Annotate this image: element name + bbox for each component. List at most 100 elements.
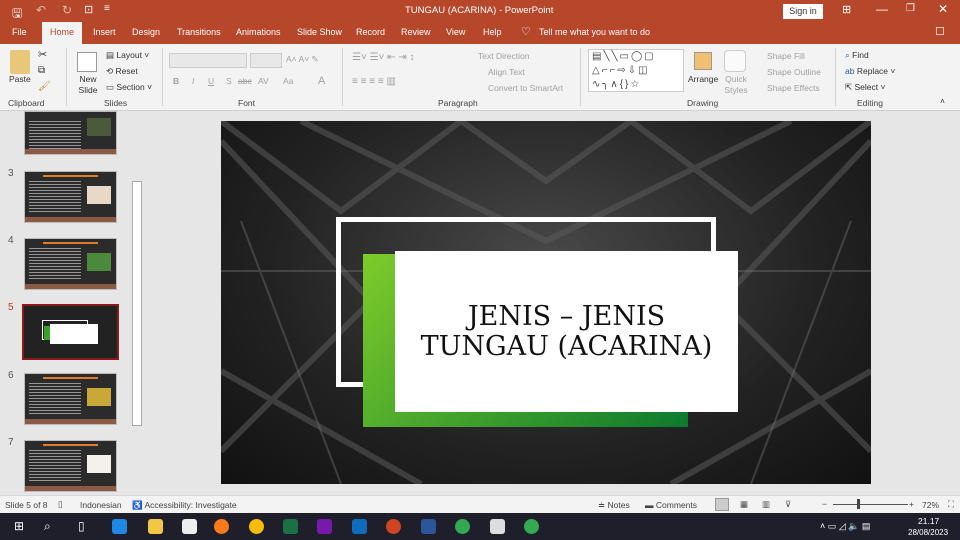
bullets-icon[interactable]: ☰˅ ☰˅ ⇤ ⇥ ↕ (352, 52, 414, 63)
bold-button[interactable]: B (173, 76, 179, 86)
char-spacing-button[interactable]: AV (258, 76, 269, 86)
arrange-button[interactable]: Arrange (688, 74, 718, 84)
clock-date[interactable]: 28/08/2023 (908, 528, 948, 537)
slide-thumbnail-6[interactable] (24, 373, 117, 425)
chrome-profile-2-icon[interactable] (524, 519, 539, 534)
quick-styles-icon[interactable] (724, 50, 746, 72)
excel-icon[interactable] (283, 519, 298, 534)
fit-slide-icon[interactable]: ⛶ (948, 499, 954, 510)
arrange-icon[interactable] (694, 52, 712, 70)
paste-button[interactable]: Paste (9, 74, 31, 84)
zoom-level[interactable]: 72% (922, 500, 939, 510)
shapes-gallery[interactable]: ▤╲╲▭◯▢ △⌐⌐⇨⇩◫ ∿╮∧{}☆ (588, 49, 684, 92)
zoom-in-button[interactable]: + (909, 499, 914, 509)
sign-in-button[interactable]: Sign in (783, 4, 823, 19)
slide-thumbnail-2[interactable] (24, 111, 117, 155)
layout-button[interactable]: ▤ Layout ˅ (106, 50, 149, 61)
shadow-button[interactable]: S (226, 76, 232, 86)
tab-slide-show[interactable]: Slide Show (297, 27, 342, 37)
close-button[interactable]: ✕ (938, 2, 948, 16)
customize-qat-icon[interactable]: ≡ (104, 3, 110, 14)
thumbnails-scrollbar[interactable] (131, 111, 143, 495)
restore-button[interactable]: ❐ (906, 3, 915, 14)
font-color-button[interactable]: A (318, 75, 325, 87)
accessibility-button[interactable]: ♿ Accessibility: Investigate (132, 500, 237, 511)
slide-title[interactable]: JENIS – JENIS TUNGAU (ACARINA) (395, 251, 738, 412)
tab-design[interactable]: Design (132, 27, 160, 37)
notes-button[interactable]: ≐ Notes (598, 500, 630, 511)
firefox-icon[interactable] (214, 519, 229, 534)
italic-button[interactable]: I (192, 76, 194, 86)
slide-sorter-button[interactable]: ▦ (740, 499, 748, 510)
powerpoint-icon[interactable] (386, 519, 401, 534)
word-icon[interactable] (421, 519, 436, 534)
new-slide-icon[interactable] (77, 52, 97, 72)
tray-icons[interactable]: ˄ ▭ ◿ 🔈 ▤ (820, 521, 870, 532)
zoom-slider[interactable] (833, 504, 908, 505)
paste-icon[interactable] (10, 50, 30, 74)
convert-smartart-button[interactable]: Convert to SmartArt (488, 83, 563, 93)
tab-view[interactable]: View (446, 27, 465, 37)
zoom-slider-thumb[interactable] (857, 499, 860, 509)
new-slide-button[interactable]: New Slide (74, 74, 102, 96)
start-icon[interactable]: ⊞ (14, 519, 24, 533)
search-icon[interactable]: ⌕ (44, 519, 51, 534)
select-button[interactable]: ⇱ Select ˅ (845, 82, 885, 93)
edge-icon[interactable] (112, 519, 127, 534)
photos-icon[interactable] (490, 519, 505, 534)
task-view-icon[interactable]: ▯ (78, 519, 85, 533)
minimize-button[interactable]: — (876, 2, 888, 16)
slide-thumbnail-4[interactable] (24, 238, 117, 290)
tab-help[interactable]: Help (483, 27, 502, 37)
undo-icon[interactable]: ↶ (36, 3, 46, 17)
comments-button[interactable]: ▬ Comments (645, 500, 697, 510)
tab-home[interactable]: Home (42, 22, 83, 44)
onenote-icon[interactable] (317, 519, 332, 534)
collapse-ribbon-icon[interactable]: ˄ (940, 96, 945, 106)
change-case-button[interactable]: Aa (283, 76, 293, 86)
shape-fill-button[interactable]: Shape Fill (767, 51, 805, 61)
shape-outline-button[interactable]: Shape Outline (767, 67, 821, 77)
outlook-icon[interactable] (352, 519, 367, 534)
tab-transitions[interactable]: Transitions (177, 27, 221, 37)
align-text-button[interactable]: Align Text (488, 67, 525, 77)
spellcheck-icon[interactable]: ▯ (58, 499, 63, 510)
reset-button[interactable]: ⟲ Reset (106, 66, 138, 77)
comments-icon[interactable]: ☐ (935, 25, 945, 38)
slide-thumbnail-7[interactable] (24, 440, 117, 492)
tab-review[interactable]: Review (401, 27, 431, 37)
text-direction-button[interactable]: Text Direction (478, 51, 530, 61)
quick-styles-button[interactable]: Quick Styles (722, 74, 750, 96)
font-name-box[interactable] (169, 53, 247, 68)
redo-icon[interactable]: ↻ (62, 3, 72, 17)
tab-insert[interactable]: Insert (93, 27, 116, 37)
replace-button[interactable]: ab Replace ˅ (845, 66, 895, 76)
slide-thumbnail-3[interactable] (24, 171, 117, 223)
file-explorer-icon[interactable] (148, 519, 163, 534)
chrome-profile-icon[interactable] (455, 519, 470, 534)
reading-view-button[interactable]: ▥ (762, 499, 770, 510)
zoom-out-button[interactable]: − (822, 499, 827, 509)
tell-me-input[interactable]: Tell me what you want to do (539, 27, 650, 37)
chrome-icon[interactable] (249, 519, 264, 534)
editor-scrollbar[interactable] (948, 111, 960, 495)
tab-animations[interactable]: Animations (236, 27, 281, 37)
cut-icon[interactable]: ✂ (38, 48, 47, 61)
strikethrough-button[interactable]: abc (238, 76, 252, 86)
present-icon[interactable]: ⊡ (84, 3, 93, 16)
section-button[interactable]: ▭ Section ˅ (106, 82, 152, 93)
tab-record[interactable]: Record (356, 27, 385, 37)
ribbon-display-icon[interactable]: ⊞ (842, 3, 851, 16)
shape-effects-button[interactable]: Shape Effects (767, 83, 820, 93)
align-icons[interactable]: ≡ ≡ ≡ ≡ ▥ (352, 76, 396, 87)
slide-thumbnail-5[interactable] (22, 304, 119, 360)
slide-canvas[interactable]: JENIS – JENIS TUNGAU (ACARINA) (221, 121, 871, 484)
language-indicator[interactable]: Indonesian (80, 500, 122, 510)
tab-file[interactable]: File (12, 27, 27, 37)
find-button[interactable]: ⌕ Find (845, 50, 869, 61)
clock-time[interactable]: 21.17 (918, 516, 939, 526)
copy-icon[interactable]: ⧉ (38, 65, 45, 76)
normal-view-button[interactable] (715, 498, 729, 511)
font-grow-shrink-icon[interactable]: A˄ A˅ ✎ (286, 54, 319, 65)
underline-button[interactable]: U (208, 76, 214, 86)
